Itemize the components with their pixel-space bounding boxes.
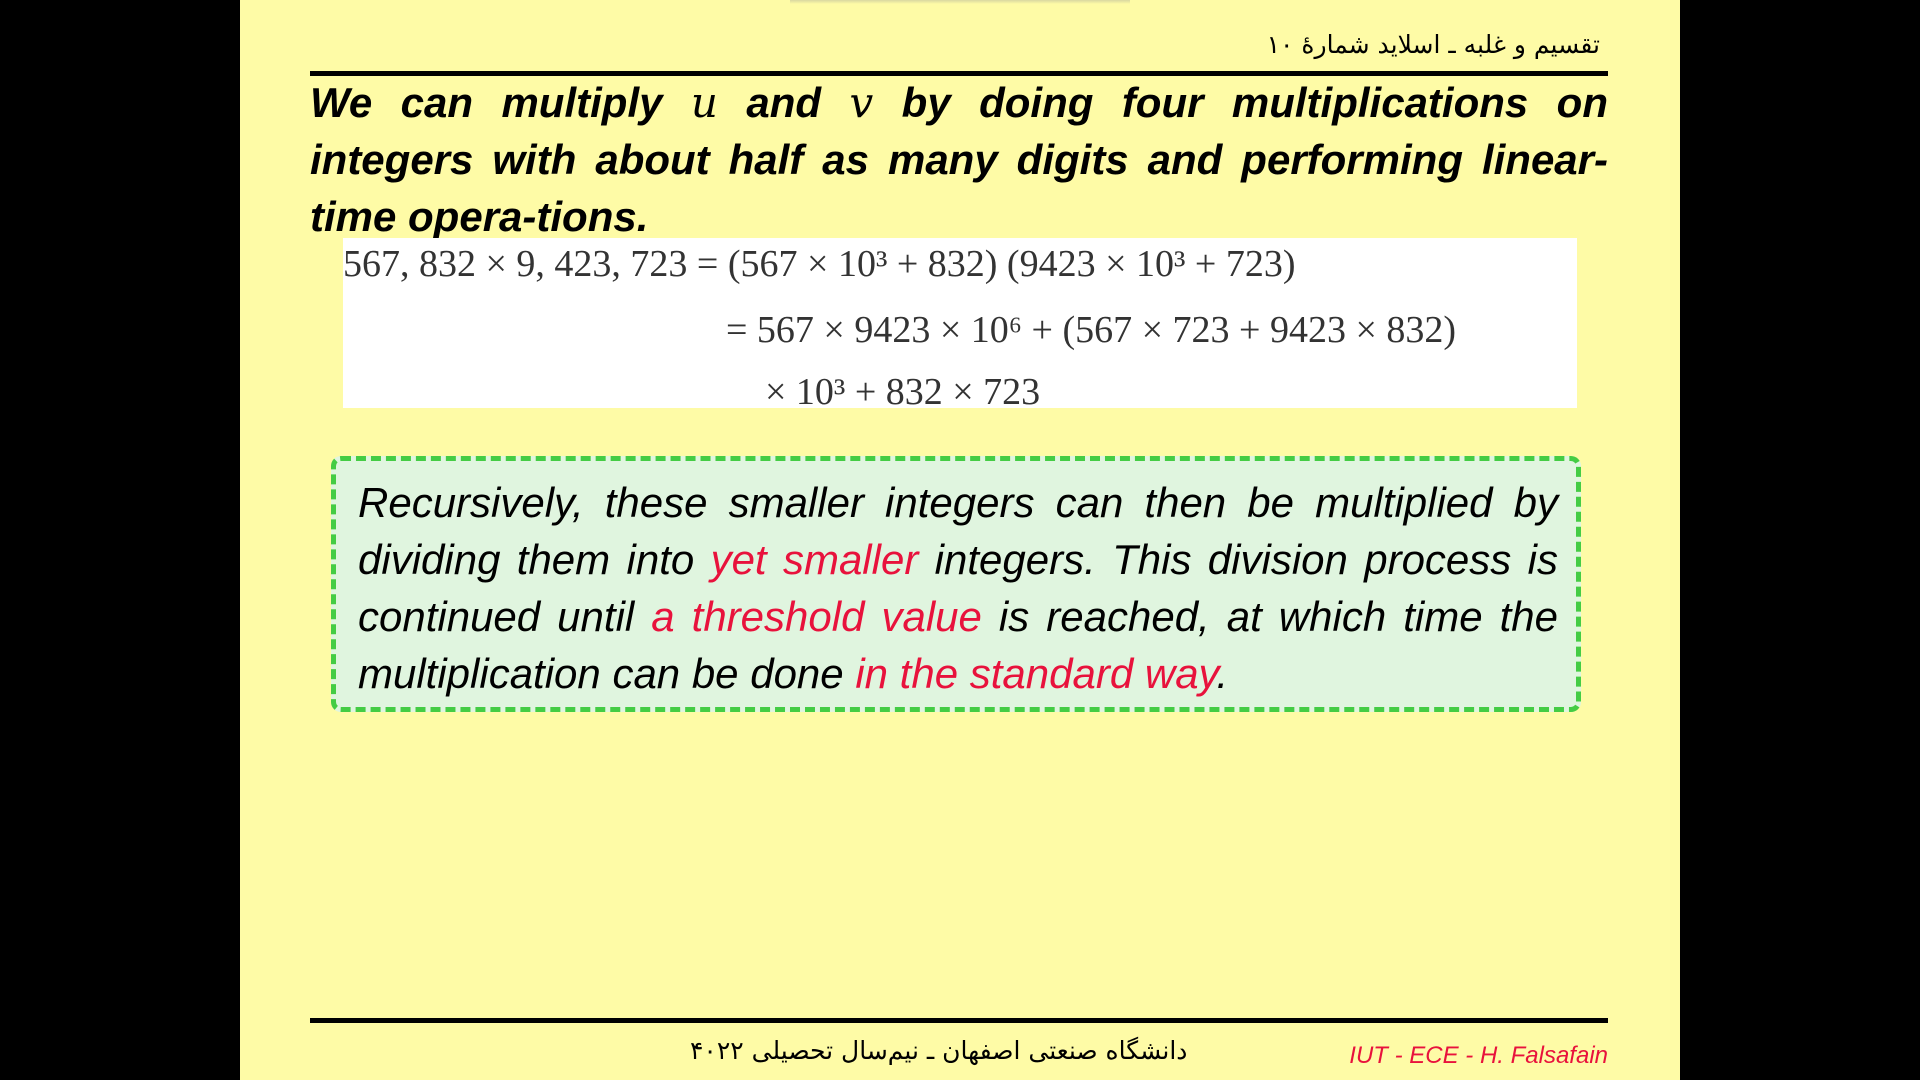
recursion-note-box: Recursively, these smaller integers can … [331, 456, 1581, 712]
slide: تقسیم و غلبه ـ اسلاید شمارهٔ ۱۰ We can m… [240, 0, 1680, 1080]
top-shadow [790, 0, 1130, 4]
recursion-note-text: Recursively, these smaller integers can … [358, 474, 1558, 702]
slide-header-title: تقسیم و غلبه ـ اسلاید شمارهٔ ۱۰ [1266, 30, 1600, 59]
equation-line-3: × 10³ + 832 × 723 [765, 371, 1041, 413]
variable-v: v [849, 78, 874, 127]
intro-text-1: We can multiply [310, 79, 691, 126]
highlight-yet-smaller: yet smaller [710, 536, 919, 583]
footer-author: IUT - ECE - H. Falsafain [1349, 1042, 1608, 1069]
intro-text-2: and [717, 79, 850, 126]
highlight-standard-way: in the standard way [855, 650, 1217, 697]
equation-line-1: 567, 832 × 9, 423, 723 = (567 × 10³ + 83… [343, 243, 1296, 285]
footer-rule [310, 1018, 1608, 1023]
footer-university: دانشگاه صنعتی اصفهان ـ نیم‌سال تحصیلی ۴۰… [690, 1036, 1188, 1065]
equation-image: 567, 832 × 9, 423, 723 = (567 × 10³ + 83… [343, 238, 1577, 413]
highlight-threshold-value: a threshold value [651, 593, 982, 640]
note-text-4: . [1216, 650, 1229, 697]
variable-u: u [690, 78, 718, 127]
intro-paragraph: We can multiply u and v by doing four mu… [310, 74, 1608, 245]
equation-line-2: = 567 × 9423 × 10⁶ + (567 × 723 + 9423 ×… [726, 309, 1457, 351]
